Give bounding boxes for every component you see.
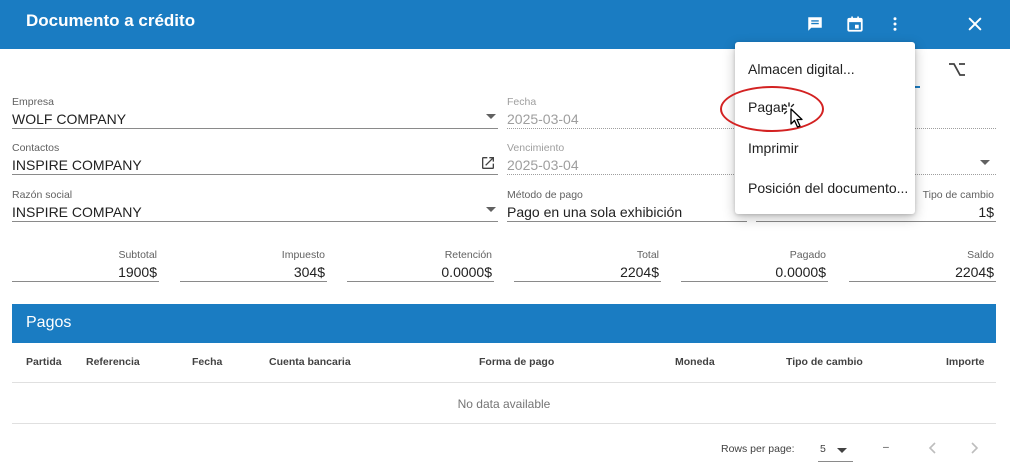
page-title: Documento a crédito bbox=[26, 11, 196, 30]
rows-per-page-value: 5 bbox=[820, 443, 826, 455]
page-range: – bbox=[883, 441, 889, 453]
close-icon[interactable] bbox=[963, 12, 987, 36]
option-key-icon[interactable] bbox=[947, 60, 967, 78]
tipo-cambio-label: Tipo de cambio bbox=[922, 189, 994, 201]
saldo-label: Saldo bbox=[967, 249, 994, 261]
table-divider bbox=[12, 382, 996, 383]
impuesto-label: Impuesto bbox=[281, 249, 325, 261]
retencion-value: 0.0000$ bbox=[441, 264, 492, 280]
menu-item-posicion-documento[interactable]: Posición del documento... bbox=[748, 180, 908, 196]
razon-social-select[interactable]: Razón social INSPIRE COMPANY bbox=[12, 189, 498, 222]
total-field[interactable]: Total 2204$ bbox=[514, 249, 661, 282]
column-header-referencia[interactable]: Referencia bbox=[86, 356, 140, 368]
mouse-cursor-icon bbox=[781, 100, 811, 130]
subtotal-field[interactable]: Subtotal 1900$ bbox=[12, 249, 159, 282]
metodo-pago-select[interactable]: Método de pago Pago en una sola exhibici… bbox=[507, 189, 747, 222]
saldo-value: 2204$ bbox=[955, 264, 994, 280]
pagos-header: Pagos bbox=[12, 304, 996, 343]
column-header-cuenta-bancaria[interactable]: Cuenta bancaria bbox=[269, 356, 351, 368]
impuesto-value: 304$ bbox=[293, 264, 325, 280]
table-divider bbox=[12, 423, 996, 424]
pagado-label: Pagado bbox=[789, 249, 826, 261]
menu-item-almacen-digital[interactable]: Almacen digital... bbox=[748, 61, 855, 77]
contactos-label: Contactos bbox=[12, 142, 60, 154]
chevron-down-icon bbox=[837, 448, 847, 453]
calendar-icon[interactable] bbox=[843, 12, 867, 36]
retencion-label: Retención bbox=[444, 249, 492, 261]
tipo-cambio-value: 1$ bbox=[978, 204, 994, 220]
empresa-label: Empresa bbox=[12, 96, 55, 108]
more-vert-icon[interactable] bbox=[883, 12, 907, 36]
chevron-down-icon bbox=[486, 207, 496, 212]
subtotal-label: Subtotal bbox=[118, 249, 157, 261]
rows-per-page-select[interactable]: 5 bbox=[818, 438, 853, 462]
retencion-field[interactable]: Retención 0.0000$ bbox=[347, 249, 494, 282]
column-header-tipo-de-cambio[interactable]: Tipo de cambio bbox=[786, 356, 863, 368]
contactos-value: INSPIRE COMPANY bbox=[12, 157, 142, 173]
total-label: Total bbox=[636, 249, 659, 261]
vencimiento-value: 2025-03-04 bbox=[507, 157, 579, 173]
pagado-field[interactable]: Pagado 0.0000$ bbox=[681, 249, 828, 282]
empresa-value: WOLF COMPANY bbox=[12, 111, 127, 127]
open-in-new-icon[interactable] bbox=[480, 155, 496, 171]
fecha-value: 2025-03-04 bbox=[507, 111, 579, 127]
subtotal-value: 1900$ bbox=[118, 264, 157, 280]
total-value: 2204$ bbox=[620, 264, 659, 280]
rows-per-page-label: Rows per page: bbox=[721, 443, 795, 455]
razon-social-label: Razón social bbox=[12, 189, 73, 201]
column-header-forma-de-pago[interactable]: Forma de pago bbox=[479, 356, 554, 368]
contactos-field[interactable]: Contactos INSPIRE COMPANY bbox=[12, 142, 498, 175]
fecha-label: Fecha bbox=[507, 96, 537, 108]
column-header-fecha[interactable]: Fecha bbox=[192, 356, 222, 368]
empty-table-message: No data available bbox=[457, 397, 551, 411]
pagos-title: Pagos bbox=[26, 314, 72, 331]
metodo-pago-label: Método de pago bbox=[507, 189, 583, 201]
next-page-icon[interactable] bbox=[966, 440, 982, 456]
column-header-partida[interactable]: Partida bbox=[26, 356, 62, 368]
chevron-down-icon bbox=[486, 114, 496, 119]
comment-icon[interactable] bbox=[803, 12, 827, 36]
pagado-value: 0.0000$ bbox=[775, 264, 826, 280]
vencimiento-label: Vencimiento bbox=[507, 142, 565, 154]
empresa-select[interactable]: Empresa WOLF COMPANY bbox=[12, 96, 498, 129]
prev-page-icon[interactable] bbox=[925, 440, 941, 456]
column-header-importe[interactable]: Importe bbox=[946, 356, 985, 368]
menu-item-imprimir[interactable]: Imprimir bbox=[748, 140, 799, 156]
column-header-moneda[interactable]: Moneda bbox=[675, 356, 715, 368]
chevron-down-icon[interactable] bbox=[980, 160, 990, 165]
impuesto-field[interactable]: Impuesto 304$ bbox=[180, 249, 327, 282]
metodo-pago-value: Pago en una sola exhibición bbox=[507, 204, 683, 220]
saldo-field[interactable]: Saldo 2204$ bbox=[849, 249, 996, 282]
razon-social-value: INSPIRE COMPANY bbox=[12, 204, 142, 220]
